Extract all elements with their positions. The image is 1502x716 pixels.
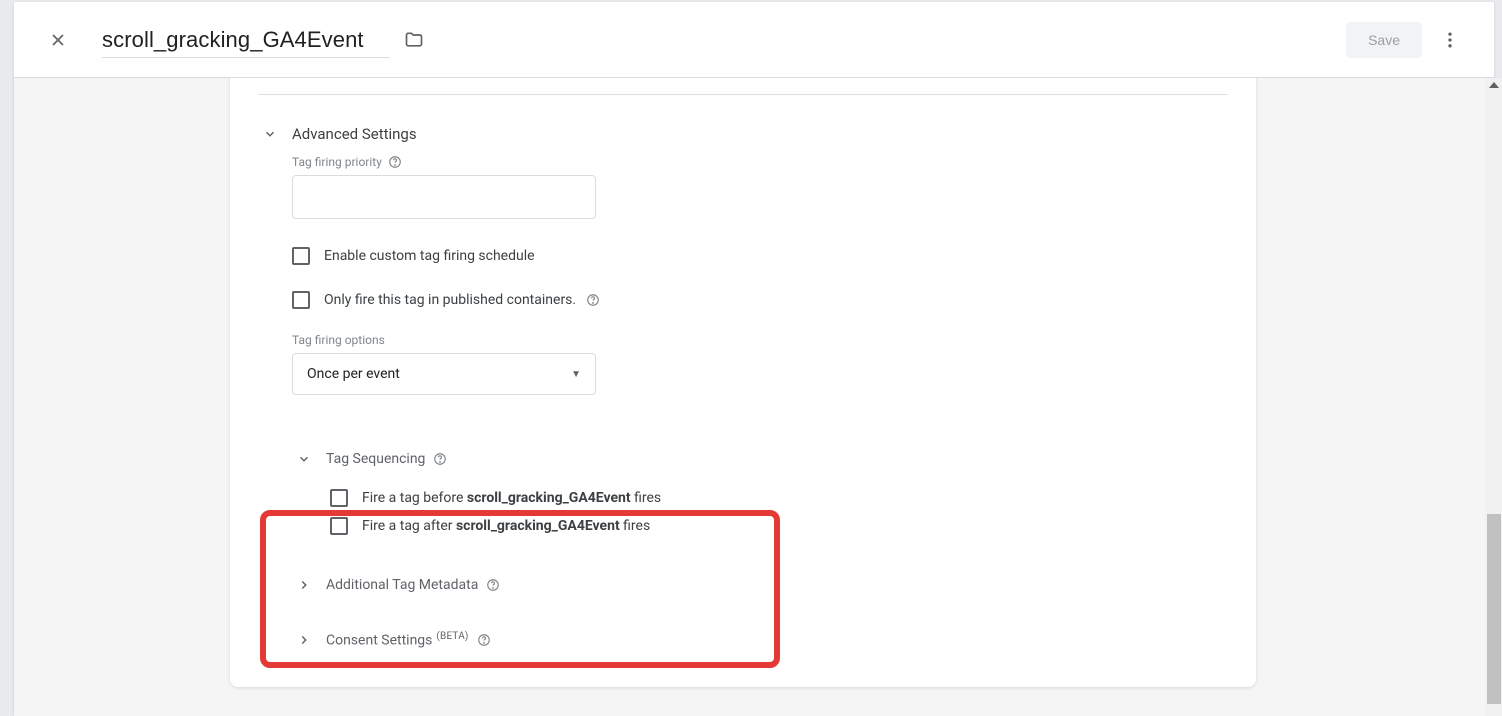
help-icon bbox=[433, 452, 447, 466]
tag-firing-priority-input[interactable] bbox=[292, 175, 596, 219]
fire-before-checkbox[interactable] bbox=[330, 489, 348, 507]
help-sequencing-button[interactable] bbox=[433, 452, 447, 466]
chevron-down-icon bbox=[297, 452, 311, 466]
tag-firing-options-label: Tag firing options bbox=[292, 333, 1228, 347]
fire-after-label: Fire a tag after scroll_gracking_GA4Even… bbox=[362, 518, 650, 534]
help-consent-button[interactable] bbox=[477, 633, 491, 647]
help-icon bbox=[486, 578, 500, 592]
enable-schedule-checkbox[interactable] bbox=[292, 247, 310, 265]
tag-sequencing-content: Fire a tag before scroll_gracking_GA4Eve… bbox=[230, 475, 1256, 535]
tag-sequencing-section[interactable]: Tag Sequencing bbox=[230, 395, 1256, 475]
save-button[interactable]: Save bbox=[1346, 22, 1422, 58]
fire-before-row: Fire a tag before scroll_gracking_GA4Eve… bbox=[330, 489, 1228, 507]
modal-header: Save bbox=[14, 2, 1494, 78]
chevron-right-icon bbox=[297, 633, 311, 647]
advanced-settings-content: Tag firing priority Enable custom tag fi… bbox=[230, 147, 1256, 395]
chevron-right-icon bbox=[297, 578, 311, 592]
folder-button[interactable] bbox=[404, 30, 424, 50]
tag-firing-priority-label: Tag firing priority bbox=[292, 155, 1228, 169]
tag-config-card: More Settings Advanced Settings Tag firi… bbox=[230, 78, 1256, 687]
close-button[interactable] bbox=[38, 20, 78, 60]
beta-badge: (BETA) bbox=[436, 631, 468, 642]
tag-firing-options-select[interactable]: Once per event ▼ bbox=[292, 353, 596, 395]
additional-metadata-label: Additional Tag Metadata bbox=[326, 577, 478, 593]
only-published-label: Only fire this tag in published containe… bbox=[324, 292, 576, 308]
help-metadata-button[interactable] bbox=[486, 578, 500, 592]
help-published-button[interactable] bbox=[586, 293, 600, 307]
consent-settings-label: Consent Settings(BETA) bbox=[326, 631, 469, 649]
only-published-checkbox[interactable] bbox=[292, 291, 310, 309]
modal-body: More Settings Advanced Settings Tag firi… bbox=[14, 78, 1494, 716]
enable-schedule-label: Enable custom tag firing schedule bbox=[324, 248, 535, 264]
fire-before-label: Fire a tag before scroll_gracking_GA4Eve… bbox=[362, 490, 661, 506]
more-vert-icon bbox=[1440, 30, 1460, 50]
scroll-up-icon bbox=[1489, 82, 1499, 88]
consent-settings-section[interactable]: Consent Settings(BETA) bbox=[230, 601, 1256, 657]
only-published-row: Only fire this tag in published containe… bbox=[292, 291, 1228, 309]
help-icon bbox=[586, 293, 600, 307]
help-icon bbox=[477, 633, 491, 647]
more-settings-section[interactable]: More Settings bbox=[230, 78, 1256, 82]
divider bbox=[258, 94, 1228, 95]
scrollbar[interactable] bbox=[1485, 78, 1502, 716]
tag-firing-options-value: Once per event bbox=[307, 366, 400, 382]
help-priority-button[interactable] bbox=[388, 155, 402, 169]
chevron-down-icon bbox=[263, 127, 277, 141]
advanced-settings-label: Advanced Settings bbox=[292, 125, 417, 143]
tag-name-input[interactable] bbox=[102, 21, 390, 58]
more-menu-button[interactable] bbox=[1430, 20, 1470, 60]
close-icon bbox=[48, 30, 68, 50]
advanced-settings-section[interactable]: Advanced Settings bbox=[230, 111, 1256, 147]
enable-schedule-row: Enable custom tag firing schedule bbox=[292, 247, 1228, 265]
fire-after-checkbox[interactable] bbox=[330, 517, 348, 535]
help-icon bbox=[388, 155, 402, 169]
title-area bbox=[102, 21, 1346, 58]
tag-editor-modal: Save More Settings Advanced Settings bbox=[14, 2, 1494, 716]
tag-sequencing-label: Tag Sequencing bbox=[326, 451, 425, 467]
fire-after-row: Fire a tag after scroll_gracking_GA4Even… bbox=[330, 517, 1228, 535]
dropdown-arrow-icon: ▼ bbox=[571, 369, 581, 380]
additional-metadata-section[interactable]: Additional Tag Metadata bbox=[230, 545, 1256, 601]
scrollbar-thumb[interactable] bbox=[1487, 514, 1501, 704]
folder-icon bbox=[404, 30, 424, 50]
